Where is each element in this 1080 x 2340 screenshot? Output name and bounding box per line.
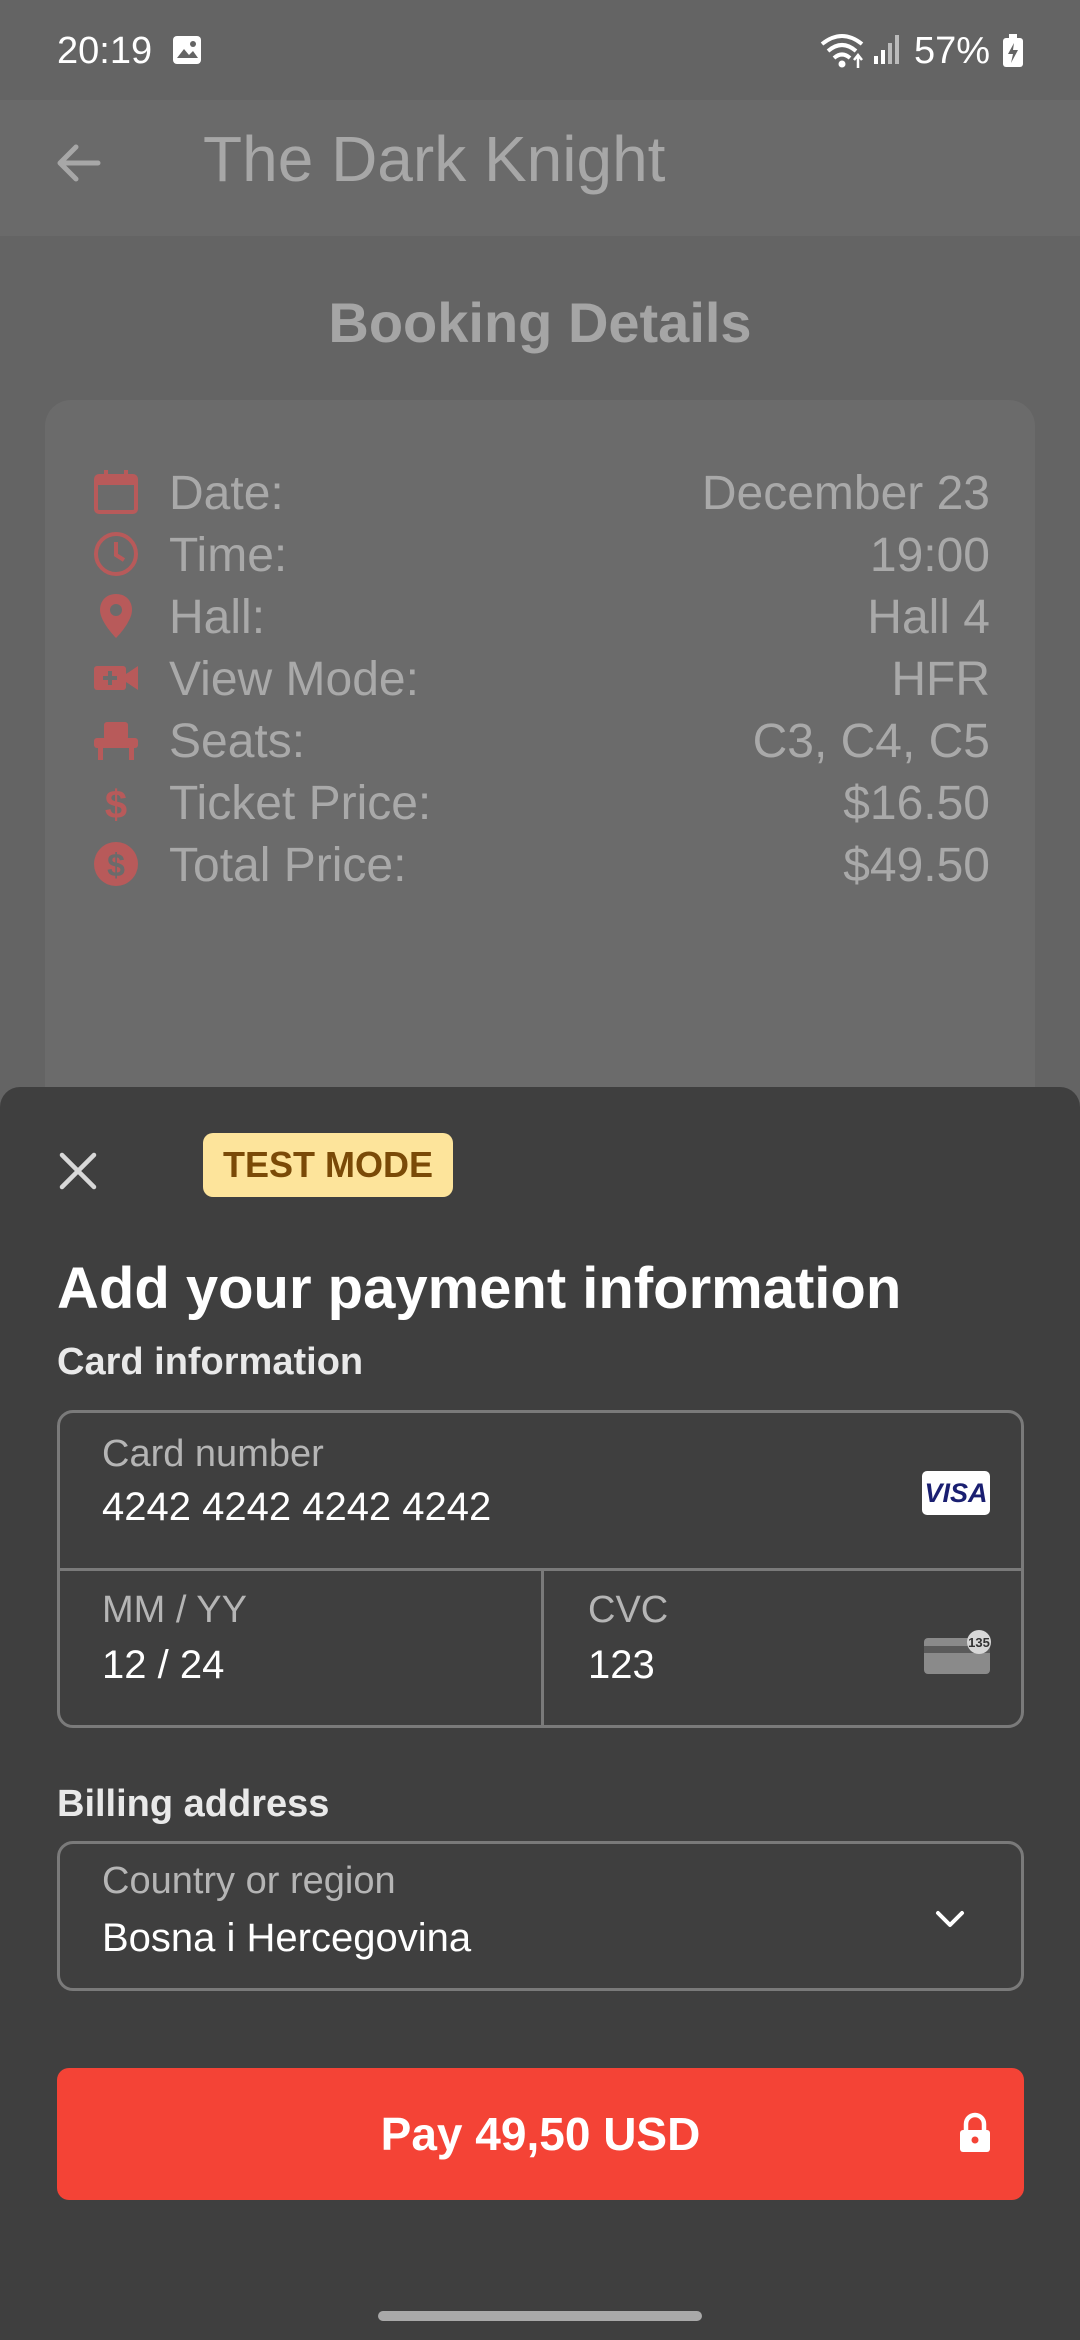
calendar-icon — [94, 470, 138, 514]
country-value: Bosna i Hercegovina — [102, 1916, 472, 1960]
signal-icon — [874, 35, 899, 64]
lock-icon — [960, 2112, 990, 2152]
country-label: Country or region — [102, 1860, 396, 1902]
booking-details-card: Date: December 23 Time: 19:00 Hall: Hall… — [45, 400, 1035, 1120]
pay-button[interactable]: Pay 49,50 USD — [57, 2068, 1024, 2200]
svg-text:$: $ — [105, 783, 127, 827]
svg-text:$: $ — [107, 847, 125, 883]
expiry-value: 12 / 24 — [102, 1643, 225, 1687]
status-time: 20:19 — [57, 30, 153, 72]
seat-icon — [94, 722, 138, 760]
close-icon[interactable] — [56, 1149, 100, 1193]
card-information-label: Card information — [57, 1341, 364, 1383]
clock-icon — [94, 532, 138, 576]
detail-label: Total Price: — [169, 839, 407, 892]
detail-row-total-price: $ Total Price: $49.50 — [45, 822, 1035, 902]
dollar-circle-icon: $ — [94, 842, 138, 886]
status-bar: 20:19 57% — [0, 0, 1080, 100]
cvc-hint: 135 — [968, 1635, 990, 1650]
payment-sheet-title: Add your payment information — [57, 1256, 902, 1321]
back-arrow-icon[interactable] — [52, 136, 106, 190]
cvc-value: 123 — [588, 1643, 655, 1687]
page-title: The Dark Knight — [203, 123, 666, 195]
location-pin-icon — [100, 594, 132, 638]
cvc-card-icon: 135 — [924, 1630, 991, 1674]
card-number-label: Card number — [102, 1433, 324, 1475]
test-mode-badge: TEST MODE — [203, 1133, 453, 1197]
video-camera-icon — [94, 666, 138, 690]
card-number-value: 4242 4242 4242 4242 — [102, 1485, 492, 1529]
expiry-label: MM / YY — [102, 1589, 247, 1631]
booking-details-heading: Booking Details — [328, 291, 752, 354]
battery-percentage: 57% — [914, 30, 991, 72]
visa-card-icon: VISA — [922, 1471, 990, 1515]
gallery-icon — [173, 36, 201, 64]
billing-address-label: Billing address — [57, 1783, 330, 1825]
cvc-label: CVC — [588, 1589, 669, 1631]
chevron-down-icon — [936, 1911, 964, 1927]
payment-sheet: TEST MODE Add your payment information C… — [0, 1087, 1080, 2340]
pay-button-label: Pay 49,50 USD — [380, 2108, 701, 2160]
card-number-field[interactable]: Card number 4242 4242 4242 4242 VISA — [60, 1413, 1021, 1568]
expiry-field[interactable]: MM / YY 12 / 24 — [60, 1571, 541, 1725]
battery-charging-icon — [1003, 34, 1023, 67]
card-details-group: Card number 4242 4242 4242 4242 VISA MM … — [57, 1410, 1024, 1728]
app-bar: The Dark Knight — [0, 100, 1080, 236]
detail-value: $49.50 — [843, 839, 990, 892]
wifi-icon — [820, 34, 864, 68]
home-indicator[interactable] — [378, 2311, 702, 2321]
dollar-icon: $ — [105, 783, 127, 827]
country-select[interactable]: Country or region Bosna i Hercegovina — [57, 1841, 1024, 1991]
